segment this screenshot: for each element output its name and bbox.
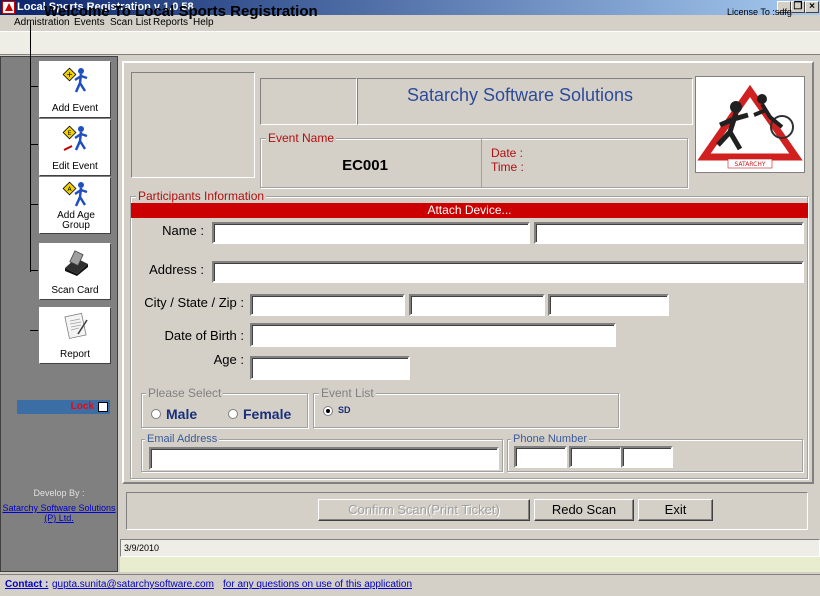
contact-label: Contact : <box>5 579 49 590</box>
tree-branch <box>30 270 39 271</box>
dob-label: Date of Birth : <box>164 328 244 343</box>
app-icon <box>2 1 15 14</box>
phone-area-input[interactable] <box>514 446 567 468</box>
male-radio[interactable] <box>151 409 161 419</box>
age-input[interactable] <box>250 356 410 380</box>
status-bar <box>120 539 820 557</box>
confirm-scan-button[interactable]: Confirm Scan(Print Ticket) <box>318 499 530 521</box>
participant-photo <box>131 72 255 178</box>
email-legend: Email Address <box>145 433 220 445</box>
sidebar-item-scan-card[interactable]: Scan Card <box>38 242 112 301</box>
page-title: Welcome To Local Sports Registration <box>44 3 318 20</box>
status-bar-secondary <box>120 557 820 572</box>
sidebar-item-edit-event[interactable]: E Edit Event <box>38 118 112 177</box>
sidebar-item-label: Report <box>59 349 90 360</box>
lock-checkbox[interactable] <box>98 402 108 412</box>
company-box-left <box>260 78 357 125</box>
event-date-time: Date : Time : <box>491 146 524 174</box>
address-input[interactable] <box>212 261 804 283</box>
add-event-icon: + <box>62 67 88 93</box>
event-sd-label: SD <box>338 405 351 415</box>
last-name-input[interactable] <box>534 222 804 244</box>
svg-text:+: + <box>66 70 73 79</box>
sidebar-item-label: Add Event <box>51 103 99 114</box>
redo-scan-button[interactable]: Redo Scan <box>534 499 634 521</box>
tree-line <box>30 22 31 272</box>
lock-toggle[interactable]: Lock <box>17 400 110 414</box>
status-date: 3/9/2010 <box>124 543 160 553</box>
event-sd-radio[interactable] <box>323 406 333 416</box>
tree-branch <box>30 144 39 145</box>
female-label: Female <box>243 406 292 422</box>
city-input[interactable] <box>250 294 405 316</box>
sports-logo-icon: SATARCHY <box>697 84 803 169</box>
first-name-input[interactable] <box>212 222 530 244</box>
tree-branch <box>30 330 39 331</box>
svg-text:SATARCHY: SATARCHY <box>734 161 765 168</box>
tree-branch <box>30 86 39 87</box>
footer: Contact : gupta.sunita@satarchysoftware.… <box>0 574 820 596</box>
attach-device-banner: Attach Device... <box>131 203 808 218</box>
license-text: License To :sdfg <box>727 7 792 17</box>
add-age-group-icon: A <box>62 181 88 207</box>
close-button[interactable]: × <box>805 1 819 13</box>
company-logo: SATARCHY <box>695 76 805 173</box>
contact-note: for any questions on use of this applica… <box>223 579 413 590</box>
address-label: Address : <box>149 262 204 277</box>
phone-line-input[interactable] <box>621 446 673 468</box>
header-bar <box>0 31 820 55</box>
state-input[interactable] <box>409 294 545 316</box>
sidebar-item-label: Scan Card <box>51 285 99 296</box>
sidebar-item-add-event[interactable]: + Add Event <box>38 60 112 119</box>
sidebar-item-add-age-group[interactable]: A Add Age Group <box>38 176 112 235</box>
name-label: Name : <box>162 223 204 238</box>
gender-legend: Please Select <box>146 386 224 400</box>
sidebar-item-report[interactable]: Report <box>38 306 112 365</box>
age-label: Age : <box>213 352 244 367</box>
exit-button[interactable]: Exit <box>638 499 713 521</box>
lock-label: Lock <box>70 401 94 412</box>
edit-event-icon: E <box>62 125 88 151</box>
tree-branch <box>30 204 39 205</box>
event-name-legend: Event Name <box>266 131 337 145</box>
developer-link[interactable]: Satarchy Software Solutions (P) Ltd. <box>0 503 118 523</box>
event-time-label: Time : <box>491 160 524 174</box>
email-input[interactable] <box>149 447 499 470</box>
female-radio[interactable] <box>228 409 238 419</box>
developed-by-label: Develop By : <box>33 488 85 498</box>
contact-email-link[interactable]: gupta.sunita@satarchysoftware.com <box>52 579 214 590</box>
event-date-label: Date : <box>491 146 524 160</box>
scan-card-icon <box>65 250 88 276</box>
company-name: Satarchy Software Solutions <box>406 85 634 105</box>
zip-input[interactable] <box>548 294 669 316</box>
sidebar-item-label: Add Age Group <box>57 210 95 231</box>
phone-legend: Phone Number <box>511 433 589 445</box>
city-state-zip-label: City / State / Zip : <box>144 295 244 310</box>
phone-prefix-input[interactable] <box>569 446 622 468</box>
svg-text:E: E <box>68 130 72 137</box>
male-label: Male <box>166 406 198 422</box>
event-separator <box>481 138 482 188</box>
restore-button[interactable]: ❐ <box>791 1 805 13</box>
dob-input[interactable] <box>250 323 616 347</box>
event-list-legend: Event List <box>319 386 376 400</box>
sidebar-item-label: Edit Event <box>52 161 98 172</box>
report-icon <box>64 312 88 339</box>
event-code: EC001 <box>342 157 388 174</box>
participants-legend: Participants Information <box>136 189 267 203</box>
